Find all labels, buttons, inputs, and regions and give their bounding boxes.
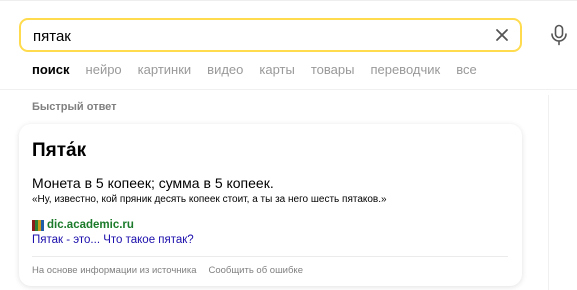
search-input[interactable] xyxy=(33,26,473,46)
favicon-stripe xyxy=(41,219,44,231)
tab-maps[interactable]: карты xyxy=(259,62,294,80)
search-tabs: поиск нейро картинки видео карты товары … xyxy=(32,62,493,80)
tab-translator[interactable]: переводчик xyxy=(370,62,440,80)
source-site[interactable]: dic.academic.ru xyxy=(32,218,134,232)
search-results-page: поиск нейро картинки видео карты товары … xyxy=(0,0,577,290)
column-divider xyxy=(548,95,549,290)
academic-favicon-icon xyxy=(32,219,44,231)
search-bar[interactable] xyxy=(19,18,522,52)
report-error-link[interactable]: Сообщить об ошибке xyxy=(208,265,303,276)
source-info-link[interactable]: На основе информации из источника xyxy=(32,265,196,276)
tab-all[interactable]: все xyxy=(456,62,477,80)
tabs-divider xyxy=(0,89,577,90)
source-link[interactable]: Пятак - это... Что такое пятак? xyxy=(32,234,194,246)
tab-products[interactable]: товары xyxy=(311,62,355,80)
tab-neuro[interactable]: нейро xyxy=(86,62,122,80)
answer-example: «Ну, известно, кой пряник десять копеек … xyxy=(32,194,387,205)
source-domain[interactable]: dic.academic.ru xyxy=(47,219,134,231)
tab-search[interactable]: поиск xyxy=(32,62,70,80)
microphone-icon[interactable] xyxy=(549,24,569,46)
tab-video[interactable]: видео xyxy=(207,62,243,80)
card-divider xyxy=(32,256,508,257)
close-icon[interactable] xyxy=(494,27,510,43)
answer-title: Пята́к xyxy=(32,140,87,161)
quick-answer-label: Быстрый ответ xyxy=(32,101,117,113)
quick-answer-card: Пята́к Монета в 5 копеек; сумма в 5 копе… xyxy=(19,124,522,286)
tab-images[interactable]: картинки xyxy=(138,62,192,80)
answer-footer: На основе информации из источника Сообщи… xyxy=(32,265,315,276)
top-divider xyxy=(0,0,577,1)
answer-definition: Монета в 5 копеек; сумма в 5 копеек. xyxy=(32,175,274,191)
